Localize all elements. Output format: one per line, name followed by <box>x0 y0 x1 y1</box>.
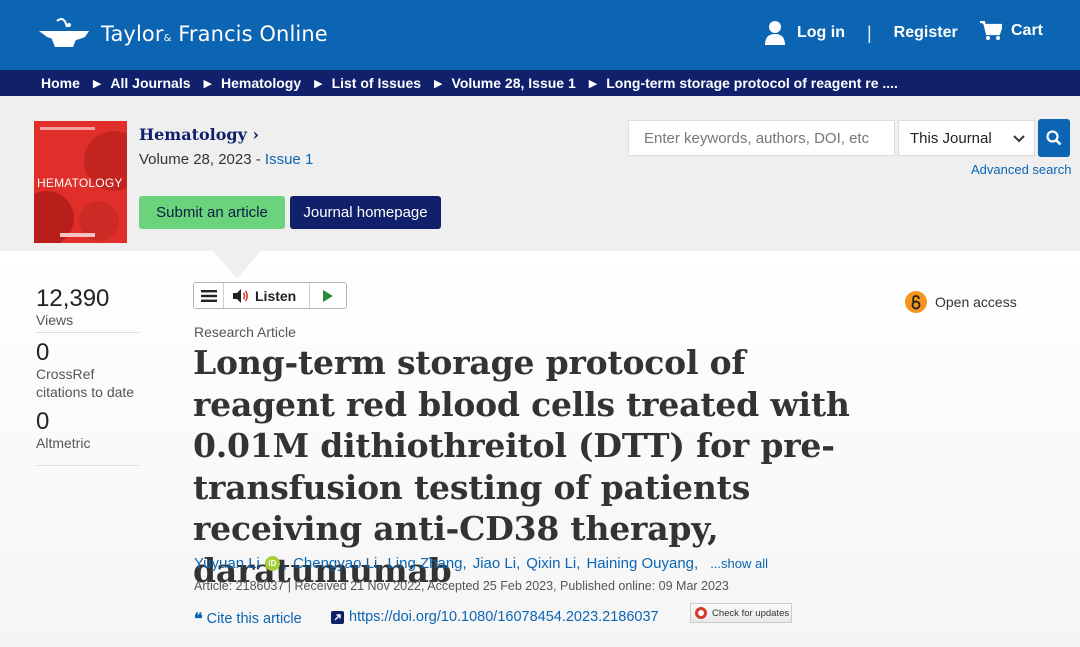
breadcrumb-current-article: Long-term storage protocol of reagent re… <box>606 75 898 91</box>
issue-link[interactable]: Issue 1 <box>265 151 313 168</box>
metric-value: 0 <box>36 339 50 366</box>
article-type: Research Article <box>194 324 296 340</box>
article-publication-info: Article: 2186037 | Received 21 Nov 2022,… <box>194 579 729 593</box>
author-name[interactable]: Chengyao Li <box>293 555 377 572</box>
quote-icon: ❝ <box>194 609 203 628</box>
open-access-badge: Open access <box>905 291 1017 313</box>
article-title: Long-term storage protocol of reagent re… <box>193 343 850 590</box>
metric-altmetric: 0 Altmetric <box>36 408 139 466</box>
submit-article-button[interactable]: Submit an article <box>139 196 285 229</box>
listen-toolbar: Listen <box>193 282 347 309</box>
teapot-logo-icon <box>39 18 89 47</box>
breadcrumb-arrow-icon: ▶ <box>588 77 598 90</box>
register-link[interactable]: Register <box>894 24 958 42</box>
check-for-updates-button[interactable]: Check for updates <box>690 603 792 623</box>
login-label: Log in <box>797 24 845 41</box>
breadcrumb-bar: Home ▶ All Journals ▶ Hematology ▶ List … <box>0 70 1080 96</box>
cart-label: Cart <box>1011 22 1044 39</box>
external-link-icon <box>331 610 344 624</box>
user-icon <box>765 21 785 45</box>
journal-cover-image[interactable]: HEMATOLOGY <box>34 121 127 243</box>
play-icon <box>323 289 333 302</box>
listen-label: Listen <box>255 287 297 304</box>
site-logo-text: Taylor& Francis Online <box>101 22 328 46</box>
orcid-icon[interactable]: iD <box>264 556 280 571</box>
author-name[interactable]: Qixin Li <box>526 555 576 572</box>
metric-views: 12,390 Views <box>36 285 139 333</box>
show-all-authors-link[interactable]: ...show all <box>710 556 768 571</box>
search-input[interactable] <box>628 120 895 156</box>
cite-article-link[interactable]: ❝ Cite this article <box>194 609 302 628</box>
breadcrumb-arrow-icon: ▶ <box>203 77 212 90</box>
cart-link[interactable]: Cart <box>980 21 1043 41</box>
breadcrumb-arrow-icon: ▶ <box>434 77 443 90</box>
chevron-down-icon <box>1013 135 1025 143</box>
author-name[interactable]: Ling Zhang <box>387 555 462 572</box>
breadcrumb: Home ▶ All Journals ▶ Hematology ▶ List … <box>41 75 898 91</box>
open-access-icon <box>905 291 927 313</box>
cite-label: Cite this article <box>206 610 302 627</box>
header-separator: | <box>866 22 872 43</box>
search-button[interactable] <box>1038 119 1070 157</box>
cart-icon <box>980 21 1002 40</box>
breadcrumb-hematology[interactable]: Hematology <box>221 75 301 91</box>
breadcrumb-list-of-issues[interactable]: List of Issues <box>332 75 421 91</box>
hamburger-menu-icon <box>200 289 217 302</box>
listen-menu-button[interactable] <box>194 283 224 308</box>
metric-value: 0 <box>36 408 50 435</box>
author-name[interactable]: Haining Ouyang <box>586 555 694 572</box>
search-scope-select[interactable]: This Journal <box>898 120 1035 156</box>
doi-link[interactable]: https://doi.org/10.1080/16078454.2023.21… <box>331 609 659 625</box>
crossmark-icon <box>695 607 707 619</box>
author-list: Yuyuan Li iD , Chengyao Li , Ling Zhang … <box>194 555 768 572</box>
journal-homepage-button[interactable]: Journal homepage <box>290 196 441 229</box>
check-for-updates-label: Check for updates <box>712 607 790 619</box>
metric-label: Views <box>36 312 74 328</box>
account-links: Log in | Register <box>765 21 958 45</box>
breadcrumb-home[interactable]: Home <box>41 75 80 91</box>
banner-pointer <box>213 251 261 279</box>
breadcrumb-arrow-icon: ▶ <box>314 77 323 90</box>
listen-button[interactable]: Listen <box>224 288 309 304</box>
breadcrumb-volume-issue[interactable]: Volume 28, Issue 1 <box>452 75 576 91</box>
advanced-search-link[interactable]: Advanced search <box>971 162 1071 177</box>
search-scope-value: This Journal <box>910 129 992 147</box>
author-name[interactable]: Yuyuan Li <box>194 555 260 572</box>
doi-url: https://doi.org/10.1080/16078454.2023.21… <box>349 609 659 625</box>
search-icon <box>1046 130 1062 146</box>
metric-value: 12,390 <box>36 285 110 312</box>
cover-title: HEMATOLOGY <box>37 176 123 190</box>
speaker-icon <box>233 288 249 303</box>
open-access-label: Open access <box>935 294 1017 310</box>
journal-volume-info: Volume 28, 2023 - Issue 1 <box>139 151 314 168</box>
author-name[interactable]: Jiao Li <box>473 555 516 572</box>
breadcrumb-all-journals[interactable]: All Journals <box>110 75 190 91</box>
play-button[interactable] <box>309 283 346 308</box>
metric-label: Altmetric <box>36 435 91 451</box>
login-link[interactable]: Log in <box>765 21 845 45</box>
site-header: Taylor& Francis Online Log in | Register… <box>0 0 1080 70</box>
metric-crossref: 0 CrossRef citations to date <box>36 341 139 401</box>
breadcrumb-arrow-icon: ▶ <box>92 77 102 90</box>
journal-title-link[interactable]: Hematology › <box>139 125 259 144</box>
site-logo[interactable]: Taylor& Francis Online <box>37 17 328 51</box>
metric-label: CrossRef citations to date <box>36 366 135 400</box>
